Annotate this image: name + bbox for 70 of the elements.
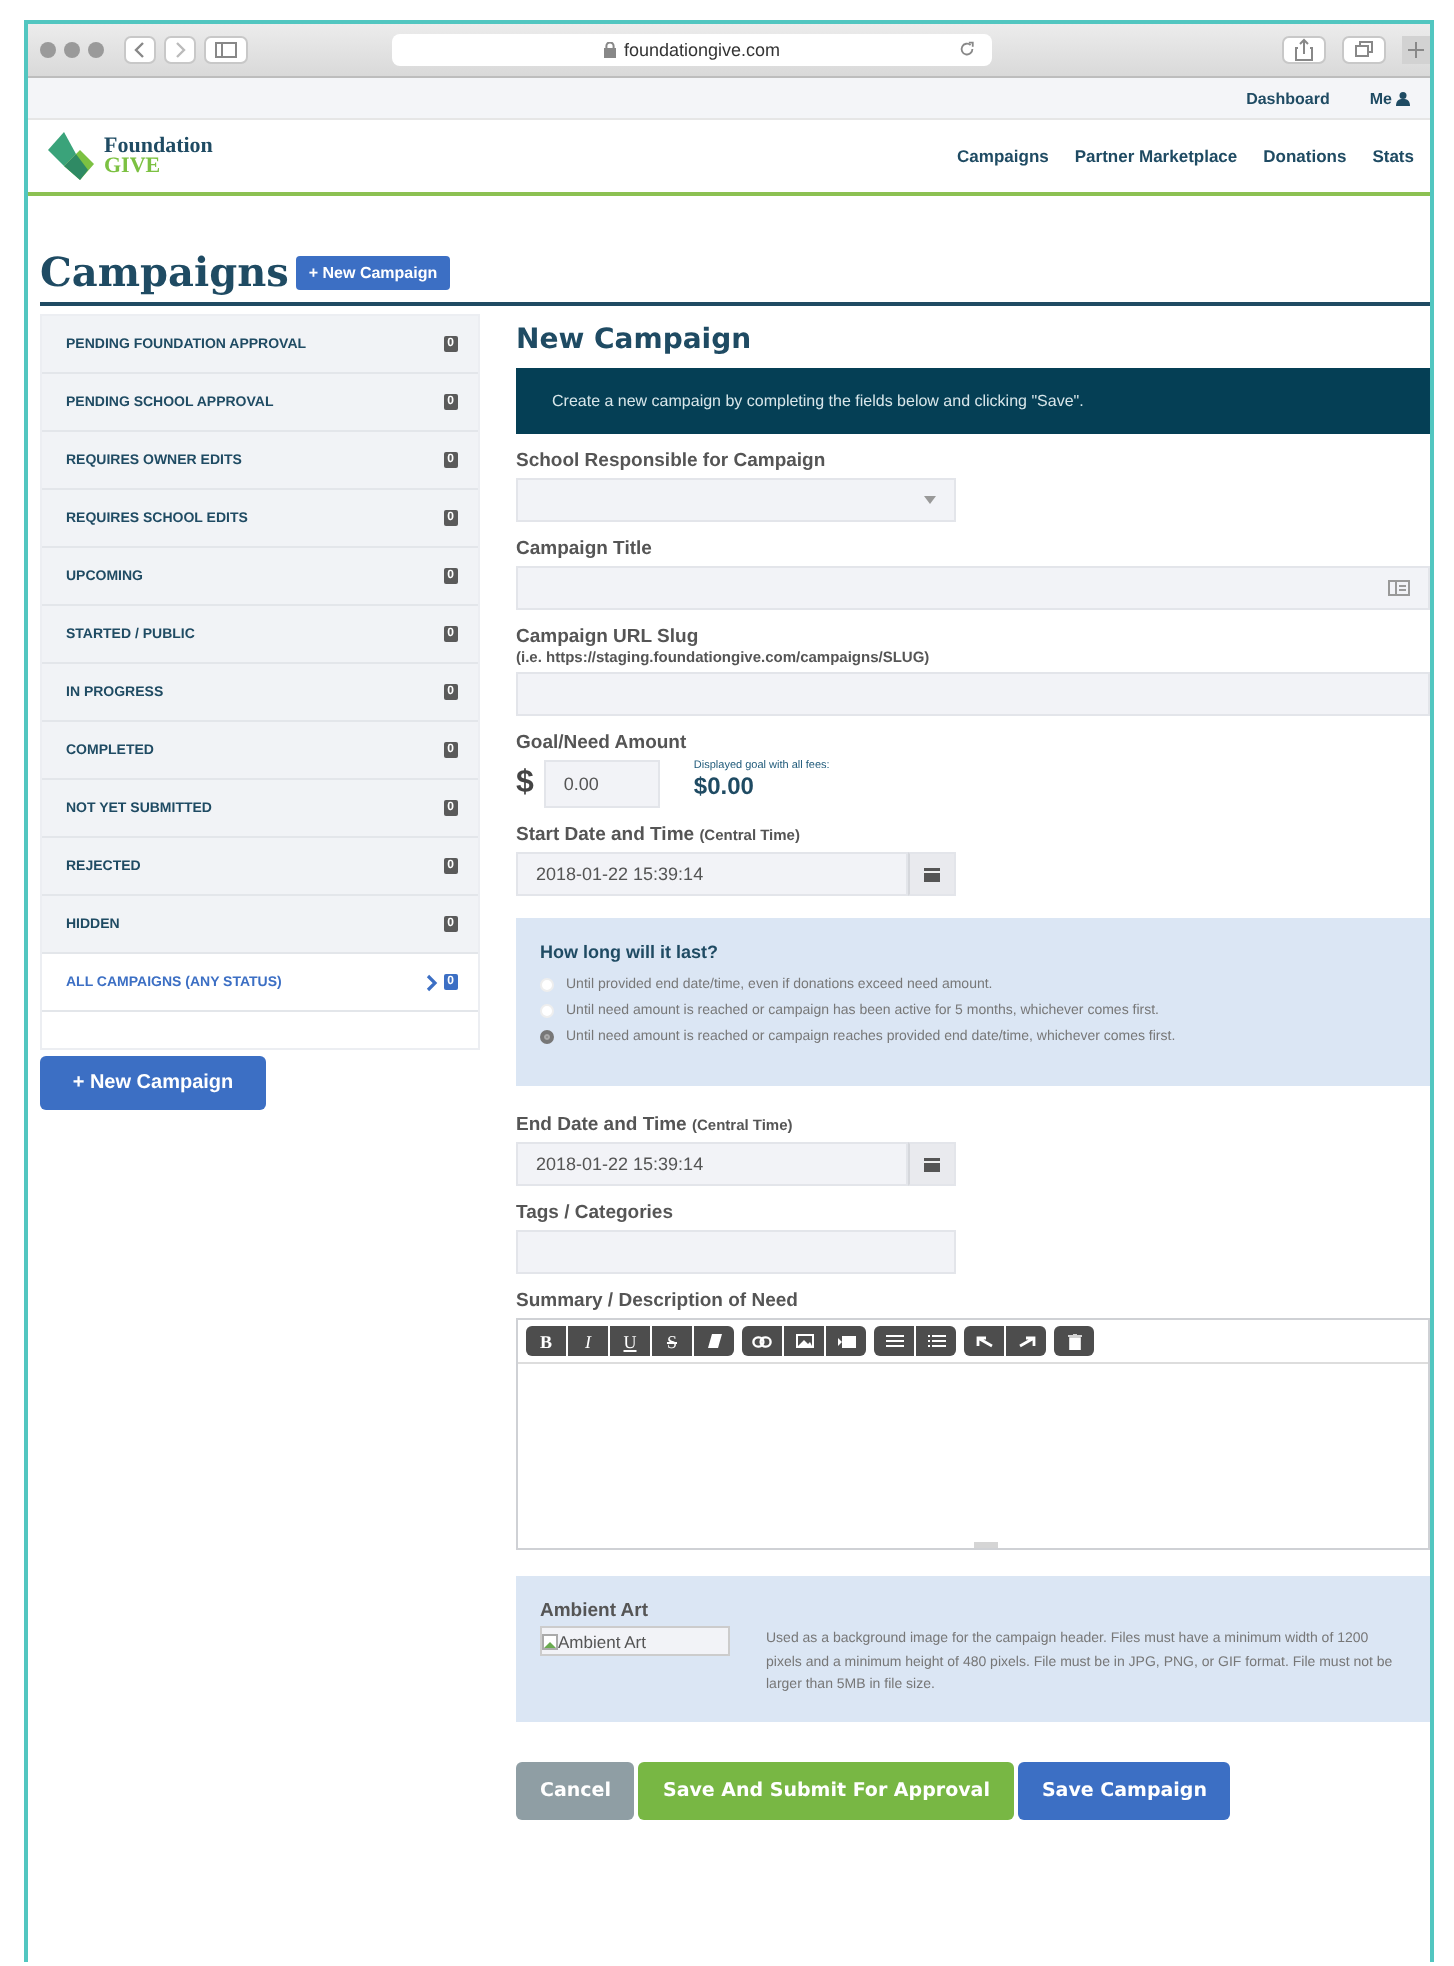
new-campaign-button[interactable]: + New Campaign [296,255,450,289]
back-icon[interactable] [124,36,156,64]
resize-handle[interactable] [973,1542,997,1548]
field-label: Campaign URL Slug [516,626,701,648]
start-date-field[interactable]: 2018-01-22 15:39:14 [516,852,908,896]
tags-field[interactable] [516,1230,956,1274]
redo-icon[interactable] [1006,1326,1046,1356]
dashboard-link[interactable]: Dashboard [1246,89,1330,107]
numbered-list-icon[interactable] [916,1326,956,1356]
nav-link[interactable]: Donations [1263,146,1347,166]
calendar-icon [924,1156,940,1172]
video-icon[interactable] [826,1326,866,1356]
url-text: foundationgive.com [623,40,781,60]
forward-icon[interactable] [164,36,196,64]
chevron-icon [425,973,438,991]
nav-link[interactable]: Campaigns [957,146,1049,166]
fee-total: $0.00 [693,772,756,800]
person-icon [1396,91,1410,105]
info-banner: Create a new campaign by completing the fields below and clicking "Save". [516,368,1430,434]
bullet-list-icon[interactable] [874,1326,914,1356]
section-title: Ambient Art [540,1600,651,1622]
title-field[interactable] [516,566,1430,610]
field-label: Goal/Need Amount [516,732,689,754]
format-button[interactable]: I [568,1326,608,1356]
share-icon[interactable] [1282,36,1326,64]
eraser-icon[interactable] [694,1326,734,1356]
account-link[interactable]: Me [1369,89,1410,107]
nav-link[interactable]: Partner Marketplace [1074,146,1238,166]
currency-symbol: $ [516,766,534,802]
calendar-icon [924,866,940,882]
window-close-icon[interactable] [40,42,56,58]
lock-icon [603,42,616,58]
new-campaign-button[interactable]: + New Campaign [40,1056,266,1110]
image-icon[interactable] [784,1326,824,1356]
sidebar-icon[interactable] [204,36,248,64]
reload-icon[interactable] [958,40,976,58]
format-button[interactable]: S [652,1326,692,1356]
broken-image-icon [542,1633,558,1649]
field-label: Campaign Title [516,538,654,560]
page-title: Campaigns [40,248,289,296]
card-icon [1388,580,1410,596]
format-button[interactable]: B [526,1326,566,1356]
caret-icon [924,496,936,504]
address-bar[interactable]: foundationgive.com [392,34,992,66]
trash-icon[interactable] [1054,1326,1094,1356]
nav-link[interactable]: Stats [1372,146,1414,166]
window-zoom-icon[interactable] [88,42,104,58]
link-icon[interactable] [742,1326,782,1356]
tabs-icon[interactable] [1342,36,1386,64]
logo-text: Foundation [104,136,213,156]
end-date-field[interactable]: 2018-01-22 15:39:14 [516,1142,908,1186]
image-alt-text: Ambient Art [558,1631,646,1651]
calendar-button[interactable] [908,1142,956,1186]
slug-field[interactable] [516,672,1430,716]
field-label: Tags / Categories [516,1202,675,1224]
field-label: School Responsible for Campaign [516,450,828,472]
form-button[interactable]: Save Campaign [1017,1761,1231,1819]
rich-text-editor[interactable]: B I U S [516,1318,1430,1550]
format-button[interactable]: U [610,1326,650,1356]
logo-icon [44,130,96,182]
undo-icon[interactable] [964,1326,1004,1356]
logo-text: GIVE [104,156,163,176]
form-heading: New Campaign [516,324,754,356]
window-minimize-icon[interactable] [64,42,80,58]
calendar-button[interactable] [908,852,956,896]
amount-field[interactable]: 0.00 [543,760,660,808]
radio-button[interactable] [540,1030,554,1044]
new-tab-icon[interactable] [1402,36,1430,64]
section-title: How long will it last? [540,942,720,962]
field-label: Summary / Description of Need [516,1290,800,1312]
